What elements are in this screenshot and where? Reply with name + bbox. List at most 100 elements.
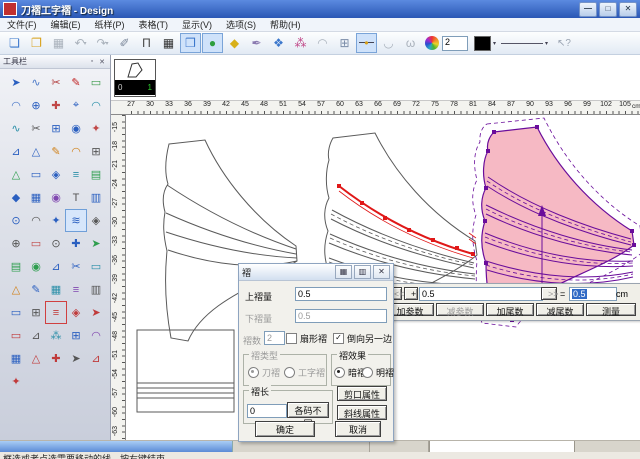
menu-item-1[interactable]: 文件(F) <box>0 18 44 31</box>
ok-button[interactable]: 确定 <box>255 421 315 437</box>
pleat-dialog-titlebar[interactable]: 褶 ▦ ▥ ✕ <box>239 264 393 281</box>
sidebar-tool-56-icon[interactable]: ▭ <box>5 324 27 347</box>
dress-form-icon[interactable]: ● <box>202 33 223 53</box>
menu-item-6[interactable]: 选项(S) <box>219 18 263 31</box>
sidebar-tool-17-icon[interactable]: △ <box>25 140 47 163</box>
flip-side-checkbox[interactable]: ✓ 倒向另一边 <box>333 332 392 345</box>
sidebar-tool-62-icon[interactable]: △ <box>25 347 47 370</box>
selected-pleat-line[interactable] <box>337 184 475 258</box>
sidebar-tool-48-icon[interactable]: ▦ <box>45 278 67 301</box>
measure-button-3[interactable]: 加尾数 <box>486 303 534 316</box>
sidebar-tool-32-icon[interactable]: ◠ <box>25 209 47 232</box>
pattern-grid-icon[interactable]: ▦ <box>158 33 179 53</box>
sidebar-tool-50-icon[interactable]: ▥ <box>85 278 107 301</box>
sidebar-tool-2-icon[interactable]: ∿ <box>25 71 47 94</box>
new-file-icon[interactable]: ❏ <box>4 33 25 53</box>
clone-window-icon[interactable]: ❒ <box>180 33 201 53</box>
sidebar-tool-49-icon[interactable]: ≡ <box>65 278 87 301</box>
color-points-icon[interactable]: ⁂ <box>290 33 311 53</box>
visible-pleat-radio[interactable]: 明褶 <box>362 366 394 379</box>
maximize-button[interactable]: □ <box>599 2 617 17</box>
plus-button[interactable]: + <box>404 287 418 300</box>
sidebar-tool-51-icon[interactable]: ▭ <box>5 301 27 324</box>
sidebar-tool-33-icon[interactable]: ✦ <box>45 209 67 232</box>
rectangle-piece[interactable] <box>137 330 234 412</box>
line-style-selector[interactable] <box>501 37 543 50</box>
sidebar-tool-5-icon[interactable]: ▭ <box>85 71 107 94</box>
sidebar-tool-8-icon[interactable]: ✚ <box>45 94 67 117</box>
line-color-swatch[interactable] <box>474 36 491 51</box>
sidebar-tool-65-icon[interactable]: ⊿ <box>85 347 107 370</box>
sidebar-tool-15-icon[interactable]: ✦ <box>85 117 107 140</box>
sidebar-tool-26-icon[interactable]: ◆ <box>5 186 27 209</box>
open-file-icon[interactable]: ❐ <box>26 33 47 53</box>
sidebar-tool-13-icon[interactable]: ⊞ <box>45 117 67 140</box>
sidebar-tool-22-icon[interactable]: ▭ <box>25 163 47 186</box>
sidebar-tool-55-icon[interactable]: ➤ <box>85 301 107 324</box>
plaid-tool-icon[interactable]: ⊞ <box>334 33 355 53</box>
sidebar-tool-25-icon[interactable]: ▤ <box>85 163 107 186</box>
sidebar-tool-16-icon[interactable]: ⊿ <box>5 140 27 163</box>
menu-item-4[interactable]: 表格(T) <box>132 18 176 31</box>
close-button[interactable]: ✕ <box>619 2 637 17</box>
sidebar-tool-3-icon[interactable]: ✂ <box>45 71 67 94</box>
dialog-table-icon[interactable]: ▥ <box>354 265 371 279</box>
sidebar-tool-4-icon[interactable]: ✎ <box>65 71 87 94</box>
line-width-input[interactable]: 2 <box>442 36 468 51</box>
sidebar-tool-19-icon[interactable]: ◠ <box>65 140 87 163</box>
flip-side-box[interactable]: ✓ <box>333 333 344 344</box>
help-pointer-icon[interactable]: ↖? <box>557 38 571 49</box>
menu-item-7[interactable]: 帮助(H) <box>263 18 308 31</box>
sidebar-tool-46-icon[interactable]: △ <box>5 278 27 301</box>
cancel-button[interactable]: 取消 <box>335 421 381 437</box>
sidebar-tool-24-icon[interactable]: ≡ <box>65 163 87 186</box>
sidebar-tool-28-icon[interactable]: ◉ <box>45 186 67 209</box>
menu-item-3[interactable]: 纸样(P) <box>88 18 132 31</box>
sidebar-tool-30-icon[interactable]: ▥ <box>85 186 107 209</box>
sidebar-tool-20-icon[interactable]: ⊞ <box>85 140 107 163</box>
slash-properties-button[interactable]: 斜线属性 <box>337 405 387 420</box>
brush-icon[interactable]: ✒ <box>246 33 267 53</box>
upper-pleat-input[interactable] <box>295 287 387 301</box>
sidebar-tool-10-icon[interactable]: ◠ <box>85 94 107 117</box>
sidebar-tool-53-icon[interactable]: ≡ <box>45 301 67 324</box>
sidebar-tool-37-icon[interactable]: ▭ <box>25 232 47 255</box>
sidebar-tool-61-icon[interactable]: ▦ <box>5 347 27 370</box>
sidebar-tool-44-icon[interactable]: ✂ <box>65 255 87 278</box>
dialog-close-icon[interactable]: ✕ <box>373 265 390 279</box>
sidebar-tool-45-icon[interactable]: ▭ <box>85 255 107 278</box>
pleat-length-input[interactable] <box>247 404 287 418</box>
fan-pleat-checkbox[interactable]: 扇形褶 <box>286 332 327 345</box>
sidebar-tool-21-icon[interactable]: △ <box>5 163 27 186</box>
sidebar-tool-42-icon[interactable]: ◉ <box>25 255 47 278</box>
sidebar-tool-57-icon[interactable]: ⊿ <box>25 324 47 347</box>
fan-pleat-box[interactable] <box>286 333 297 344</box>
sidebar-tool-59-icon[interactable]: ⊞ <box>65 324 87 347</box>
minimize-button[interactable]: — <box>579 2 597 17</box>
sidebar-tool-66-icon[interactable]: ✦ <box>5 370 27 393</box>
sidebar-tool-40-icon[interactable]: ➤ <box>85 232 107 255</box>
per-size-button[interactable]: 各码不同 <box>287 402 329 418</box>
sidebar-tool-27-icon[interactable]: ▦ <box>25 186 47 209</box>
menu-item-5[interactable]: 显示(V) <box>175 18 219 31</box>
sidebar-tool-35-icon[interactable]: ◈ <box>85 209 107 232</box>
sidebar-tool-36-icon[interactable]: ⊕ <box>5 232 27 255</box>
result-input[interactable]: 0.5 <box>569 287 617 301</box>
sidebar-tool-23-icon[interactable]: ◈ <box>45 163 67 186</box>
copy-position-icon[interactable]: ❖ <box>268 33 289 53</box>
sidebar-tool-1-icon[interactable]: ➤ <box>5 71 27 94</box>
palette-close-icon[interactable]: ✕ <box>97 58 107 66</box>
line-point-tool-icon[interactable]: • <box>356 33 377 53</box>
sidebar-tool-29-icon[interactable]: T <box>65 186 87 209</box>
color-dropdown-icon[interactable]: ▾ <box>493 40 496 47</box>
linestyle-dropdown-icon[interactable]: ▾ <box>545 40 548 47</box>
sidebar-tool-60-icon[interactable]: ◠ <box>85 324 107 347</box>
sidebar-tool-11-icon[interactable]: ∿ <box>5 117 27 140</box>
sidebar-tool-14-icon[interactable]: ◉ <box>65 117 87 140</box>
sidebar-tool-52-icon[interactable]: ⊞ <box>25 301 47 324</box>
sidebar-tool-9-icon[interactable]: ⌖ <box>65 94 87 117</box>
lock-3d-icon[interactable]: ◆ <box>224 33 245 53</box>
measure-button-5[interactable]: 测量 <box>586 303 636 316</box>
sidebar-tool-64-icon[interactable]: ➤ <box>65 347 87 370</box>
sidebar-tool-6-icon[interactable]: ◠ <box>5 94 27 117</box>
